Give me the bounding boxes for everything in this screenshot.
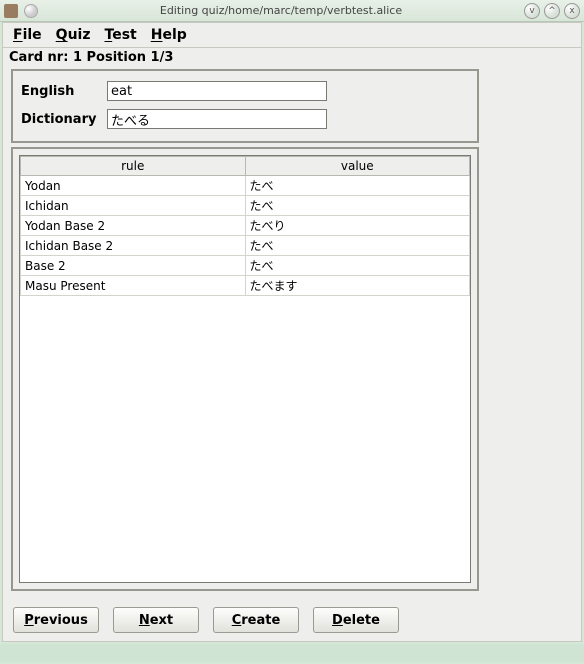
cell-rule[interactable]: Base 2 xyxy=(21,256,246,276)
entry-form: English Dictionary xyxy=(11,69,479,143)
cell-rule[interactable]: Yodan Base 2 xyxy=(21,216,246,236)
table-row[interactable]: Ichidan Base 2たべ xyxy=(21,236,470,256)
cell-rule[interactable]: Ichidan Base 2 xyxy=(21,236,246,256)
menubar: File Quiz Test Help xyxy=(3,23,581,48)
chevron-down-icon: v xyxy=(529,6,534,16)
chevron-up-icon: ^ xyxy=(548,6,556,16)
close-button[interactable]: x xyxy=(564,3,580,19)
maximize-button[interactable]: ^ xyxy=(544,3,560,19)
cell-value[interactable]: たべ xyxy=(245,256,470,276)
cell-rule[interactable]: Masu Present xyxy=(21,276,246,296)
cell-value[interactable]: たべます xyxy=(245,276,470,296)
col-value[interactable]: value xyxy=(245,157,470,176)
delete-button[interactable]: Delete xyxy=(313,607,399,633)
previous-button[interactable]: Previous xyxy=(13,607,99,633)
table-row[interactable]: Yodan Base 2たべり xyxy=(21,216,470,236)
cell-rule[interactable]: Yodan xyxy=(21,176,246,196)
menu-help[interactable]: Help xyxy=(151,27,187,43)
window-title: Editing quiz/home/marc/temp/verbtest.ali… xyxy=(38,4,524,17)
conjugation-table-wrap: rule value YodanたべIchidanたべYodan Base 2た… xyxy=(19,155,471,583)
titlebar: Editing quiz/home/marc/temp/verbtest.ali… xyxy=(0,0,584,22)
create-button[interactable]: Create xyxy=(213,607,299,633)
button-row: Previous Next Create Delete xyxy=(3,593,581,637)
main-window: File Quiz Test Help Card nr: 1 Position … xyxy=(2,22,582,642)
table-row[interactable]: Yodanたべ xyxy=(21,176,470,196)
app-icon xyxy=(4,4,18,18)
cell-rule[interactable]: Ichidan xyxy=(21,196,246,216)
app-secondary-icon xyxy=(24,4,38,18)
col-rule[interactable]: rule xyxy=(21,157,246,176)
cell-value[interactable]: たべ xyxy=(245,176,470,196)
next-button[interactable]: Next xyxy=(113,607,199,633)
cell-value[interactable]: たべり xyxy=(245,216,470,236)
card-position-label: Card nr: 1 Position 1/3 xyxy=(3,48,581,67)
dictionary-input[interactable] xyxy=(107,109,327,129)
cell-value[interactable]: たべ xyxy=(245,196,470,216)
table-row[interactable]: Ichidanたべ xyxy=(21,196,470,216)
close-icon: x xyxy=(569,6,574,16)
menu-test[interactable]: Test xyxy=(105,27,137,43)
conjugation-panel: rule value YodanたべIchidanたべYodan Base 2た… xyxy=(11,147,479,591)
dictionary-label: Dictionary xyxy=(21,112,101,127)
english-input[interactable] xyxy=(107,81,327,101)
conjugation-table: rule value YodanたべIchidanたべYodan Base 2た… xyxy=(20,156,470,296)
minimize-button[interactable]: v xyxy=(524,3,540,19)
table-row[interactable]: Masu Presentたべます xyxy=(21,276,470,296)
footer xyxy=(0,644,584,662)
table-row[interactable]: Base 2たべ xyxy=(21,256,470,276)
menu-file[interactable]: File xyxy=(13,27,42,43)
menu-quiz[interactable]: Quiz xyxy=(56,27,91,43)
cell-value[interactable]: たべ xyxy=(245,236,470,256)
english-label: English xyxy=(21,84,101,99)
